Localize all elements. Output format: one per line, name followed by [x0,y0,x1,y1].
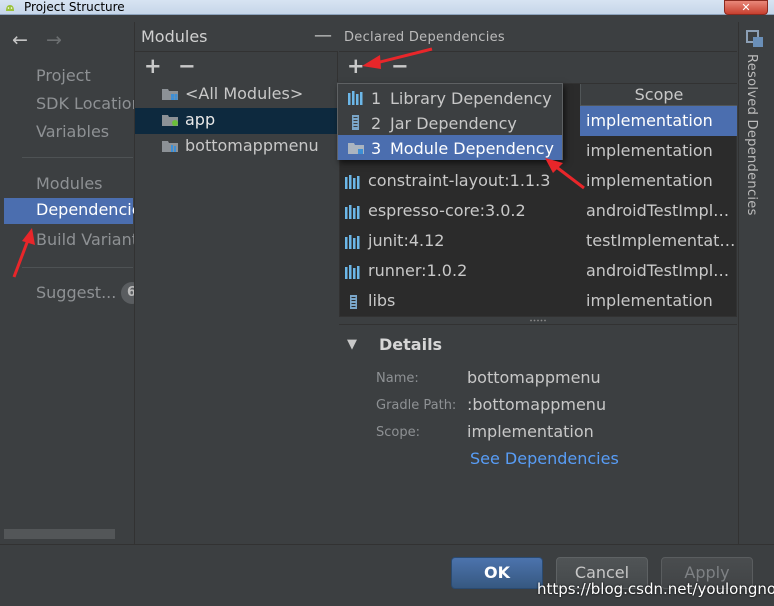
collapse-triangle-icon[interactable]: ▼ [347,337,357,352]
library-module-folder-icon [162,141,178,152]
dependency-name: libs [368,291,396,310]
menu-item-label: Module Dependency [390,139,554,158]
module-item-all[interactable]: <All Modules> [135,82,338,108]
menu-item-library-dependency[interactable]: 1 Library Dependency [338,85,562,110]
declared-dependencies-title: Declared Dependencies [344,30,505,45]
jar-icon [350,295,357,309]
remove-dependency-button[interactable]: − [391,55,409,77]
see-dependencies-link[interactable]: See Dependencies [470,449,619,468]
add-module-button[interactable]: + [144,55,162,77]
dependency-scope: androidTestImple... [586,201,736,220]
dependency-scope: androidTestImple... [586,261,736,280]
modules-group-icon [162,89,178,100]
module-item-label: app [185,110,216,129]
module-item-label: bottomappmenu [185,136,319,155]
watermark-text: https://blog.csdn.net/youlongno1 [537,580,774,598]
detail-gradle-path-label: Gradle Path: [376,398,457,413]
window-close-button[interactable]: ✕ [724,0,768,15]
library-bars-icon [345,205,360,219]
module-item-bottomappmenu[interactable]: bottomappmenu [135,134,338,160]
menu-item-number: 3 [371,139,382,158]
nav-item-variables[interactable]: Variables [36,121,109,143]
menu-item-number: 1 [371,89,382,108]
library-bars-icon [345,175,360,189]
dependency-scope: implementation [586,111,713,130]
app-module-folder-icon [162,115,178,126]
dependency-name: runner:1.0.2 [368,261,468,280]
detail-gradle-path-value: :bottomappmenu [467,395,607,414]
remove-module-button[interactable]: − [178,55,196,77]
nav-item-sdk-location[interactable]: SDK Location [36,93,142,115]
dependency-name: espresso-core:3.0.2 [368,201,526,220]
detail-scope-value: implementation [467,422,594,441]
details-section: ▼ Details Name: bottomappmenu Gradle Pat… [339,324,737,544]
window-titlebar: Project Structure ✕ [0,0,774,15]
dependency-name: junit:4.12 [368,231,445,250]
dependency-scope: testImplementati... [586,231,736,250]
table-row[interactable]: runner:1.0.2 androidTestImple... [340,256,738,286]
detail-name-label: Name: [376,371,419,386]
nav-horizontal-scrollbar[interactable] [4,529,115,539]
modules-panel: Modules — + − <All Modules> app bottomap… [134,22,338,544]
menu-item-jar-dependency[interactable]: 2 Jar Dependency [338,110,562,135]
splitter-grip-icon[interactable] [529,318,547,323]
nav-item-modules[interactable]: Modules [36,173,103,195]
nav-divider [22,267,133,268]
dependency-scope-selected[interactable]: implementation [580,106,737,136]
nav-item-build-variants[interactable]: Build Variants [36,229,146,251]
nav-item-dependencies-label: Dependencies [36,200,150,219]
module-item-app[interactable]: app [135,108,338,134]
declared-dependencies-header: Declared Dependencies [339,22,737,52]
detail-name-value: bottomappmenu [467,368,601,387]
table-row[interactable]: libs implementation [340,286,738,316]
module-item-label: <All Modules> [185,84,304,103]
menu-item-number: 2 [371,114,382,133]
dependency-scope: implementation [586,291,713,310]
nav-item-project[interactable]: Project [36,65,91,87]
resolved-dependencies-label: Resolved Dependencies [744,54,759,216]
menu-item-label: Jar Dependency [390,114,517,133]
back-arrow-icon[interactable]: ← [12,30,28,50]
modules-title: Modules [141,27,208,46]
structure-nav: ← → Project SDK Location Variables Modul… [0,16,150,544]
modules-list: <All Modules> app bottomappmenu [135,82,338,544]
scope-column-header[interactable]: Scope [580,84,737,106]
jar-icon [352,115,359,130]
dependencies-toolbar: + − [339,53,737,83]
android-icon [6,5,14,11]
menu-item-label: Library Dependency [390,89,552,108]
library-bars-icon [345,265,360,279]
ok-button[interactable]: OK [451,557,543,589]
library-bars-icon [345,235,360,249]
add-dependency-popup: 1 Library Dependency 2 Jar Dependency 3 … [337,83,563,160]
menu-item-module-dependency[interactable]: 3 Module Dependency [338,135,562,160]
nav-divider [22,157,133,158]
dependency-scope: implementation [586,141,713,160]
resolved-dependencies-icon [746,30,763,47]
window-title: Project Structure [24,0,125,14]
library-bars-icon [348,91,363,105]
module-folder-icon [348,143,364,154]
dependency-name: constraint-layout:1.1.3 [368,171,551,190]
details-title: Details [379,335,443,354]
nav-item-suggestions[interactable]: Suggest... [36,282,116,304]
dialog-footer: OK Cancel Apply https://blog.csdn.net/yo… [0,544,774,606]
add-dependency-button[interactable]: + [347,55,365,77]
table-row[interactable]: espresso-core:3.0.2 androidTestImple... [340,196,738,226]
modules-toolbar: + − [135,53,338,81]
detail-scope-label: Scope: [376,425,420,440]
resolved-dependencies-tab[interactable]: Resolved Dependencies [738,22,774,544]
forward-arrow-icon[interactable]: → [46,30,62,50]
minimize-icon[interactable]: — [314,25,332,46]
table-row[interactable]: junit:4.12 testImplementati... [340,226,738,256]
modules-header: Modules — [135,22,338,52]
table-row[interactable]: constraint-layout:1.1.3 implementation [340,166,738,196]
nav-item-dependencies[interactable]: Dependencies [4,198,150,224]
dependency-scope: implementation [586,171,713,190]
